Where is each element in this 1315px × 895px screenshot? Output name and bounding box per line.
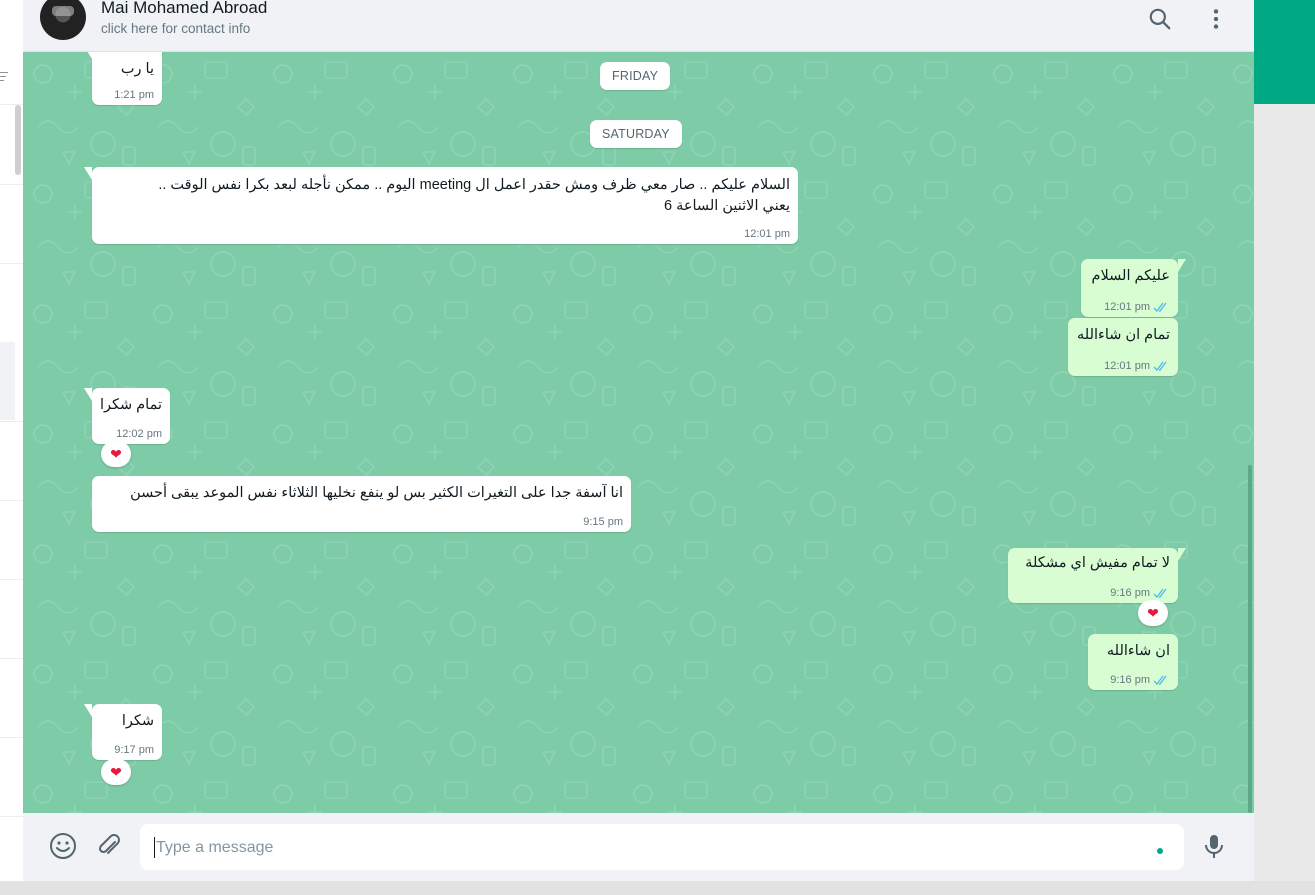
message-time: 12:01 pm	[1104, 360, 1150, 372]
message-text-line-1: السلام عليكم .. صار معي ظرف ومش حقدر اعم…	[158, 177, 790, 193]
heart-reaction[interactable]: ❤	[101, 441, 131, 467]
message-status: 9:16 pm	[1110, 674, 1170, 686]
double-check-icon	[1153, 302, 1167, 312]
message-text: يا رب	[120, 61, 154, 77]
contact-info-link[interactable]: click here for contact info	[101, 21, 250, 36]
message-incoming[interactable]: شكرا 9:17 pm	[84, 704, 162, 760]
message-text: تمام ان شاءالله	[1077, 327, 1170, 343]
day-divider-friday: FRIDAY	[600, 62, 671, 90]
message-incoming[interactable]: يا رب 1:21 pm	[84, 52, 162, 105]
microphone-icon[interactable]	[1199, 831, 1229, 861]
message-time: 9:15 pm	[583, 516, 623, 528]
heart-reaction[interactable]: ❤	[101, 759, 131, 785]
app-accent-band	[1254, 0, 1315, 104]
contact-name[interactable]: Mai Mohamed Abroad	[101, 0, 267, 18]
chat-list-edge	[0, 0, 23, 881]
double-check-icon	[1153, 361, 1167, 371]
message-outgoing[interactable]: ان شاءالله 9:16 pm	[1088, 634, 1178, 690]
message-time: 12:01 pm	[744, 228, 790, 240]
message-time: 1:21 pm	[114, 89, 154, 101]
app-background	[1254, 104, 1315, 895]
message-outgoing[interactable]: تمام ان شاءالله 12:01 pm	[1068, 318, 1178, 376]
message-outgoing[interactable]: لا تمام مفيش اي مشكلة 9:16 pm	[1008, 548, 1186, 603]
window-bottom-edge	[0, 881, 1315, 895]
message-outgoing[interactable]: عليكم السلام 12:01 pm	[1081, 259, 1186, 317]
chat-list-scrollbar[interactable]	[15, 105, 21, 175]
message-input-box[interactable]	[140, 824, 1184, 872]
message-incoming[interactable]: تمام شكرا 12:02 pm	[84, 388, 170, 444]
chat-scrollbar[interactable]	[1248, 465, 1252, 813]
selected-chat-item[interactable]	[0, 342, 15, 420]
message-status: 9:16 pm	[1110, 587, 1170, 599]
message-text: تمام شكرا	[99, 397, 162, 413]
message-input[interactable]	[154, 824, 1148, 872]
kebab-menu-icon[interactable]	[1203, 6, 1229, 32]
conversation-panel[interactable]: FRIDAY SATURDAY يا رب 1:21 pm السلام علي…	[23, 52, 1254, 813]
status-dot	[1157, 848, 1163, 854]
message-text: انا آسفة جدا على التغيرات الكثير بس لو ي…	[130, 485, 623, 501]
message-incoming[interactable]: السلام عليكم .. صار معي ظرف ومش حقدر اعم…	[84, 167, 798, 244]
search-icon[interactable]	[1147, 6, 1173, 32]
message-status: 12:01 pm	[1104, 360, 1170, 372]
day-divider-saturday: SATURDAY	[590, 120, 682, 148]
message-time: 12:02 pm	[116, 428, 162, 440]
filter-icon[interactable]	[0, 72, 8, 84]
message-text: شكرا	[121, 713, 154, 729]
message-status: 12:01 pm	[1104, 301, 1170, 313]
avatar[interactable]	[40, 0, 86, 40]
paperclip-icon[interactable]	[94, 831, 124, 861]
message-text: لا تمام مفيش اي مشكلة	[1025, 555, 1170, 571]
message-time: 9:16 pm	[1110, 587, 1150, 599]
message-incoming[interactable]: انا آسفة جدا على التغيرات الكثير بس لو ي…	[92, 476, 631, 532]
heart-reaction[interactable]: ❤	[1138, 600, 1168, 626]
message-composer	[23, 813, 1254, 881]
double-check-icon	[1153, 675, 1167, 685]
emoji-icon[interactable]	[48, 831, 78, 861]
chat-header[interactable]: Mai Mohamed Abroad click here for contac…	[23, 0, 1254, 52]
message-time: 9:17 pm	[114, 744, 154, 756]
text-caret	[154, 837, 155, 858]
message-text: ان شاءالله	[1106, 643, 1170, 659]
message-text: عليكم السلام	[1091, 268, 1170, 284]
message-time: 9:16 pm	[1110, 674, 1150, 686]
message-time: 12:01 pm	[1104, 301, 1150, 313]
message-text-line-2: يعني الاثنين الساعة 6	[663, 198, 790, 214]
double-check-icon	[1153, 588, 1167, 598]
